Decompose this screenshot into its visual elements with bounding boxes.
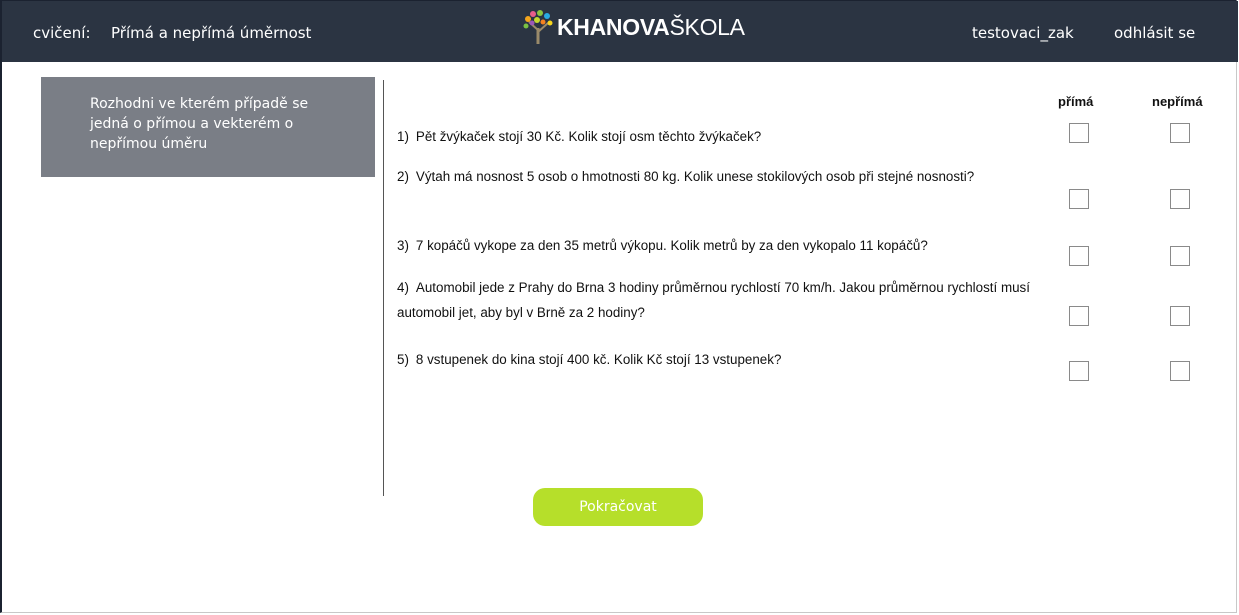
question-3: 3) 7 kopáčů vykope za den 35 metrů výkopu… bbox=[397, 233, 1047, 258]
instruction-panel: Rozhodni ve kterém případě se jedná o př… bbox=[41, 77, 375, 177]
checkbox-q1-direct[interactable] bbox=[1069, 123, 1089, 143]
column-header-inverse: nepřímá bbox=[1152, 94, 1203, 109]
question-5: 5) 8 vstupenek do kina stojí 400 kč. Koli… bbox=[397, 347, 1047, 372]
continue-button[interactable]: Pokračovat bbox=[533, 488, 703, 526]
exercise-title: Přímá a nepřímá úměrnost bbox=[111, 24, 312, 42]
question-text: Výtah má nosnost 5 osob o hmotnosti 80 k… bbox=[415, 169, 975, 184]
top-bar: cvičení: Přímá a nepřímá úměrnost KHANOV… bbox=[2, 1, 1238, 62]
vertical-divider bbox=[383, 80, 384, 496]
checkbox-q4-inverse[interactable] bbox=[1170, 306, 1190, 326]
tree-icon bbox=[523, 10, 553, 44]
question-2: 2) Výtah má nosnost 5 osob o hmotnosti 80… bbox=[397, 164, 1047, 189]
question-text: 7 kopáčů vykope za den 35 metrů výkopu. … bbox=[415, 238, 928, 253]
question-4: 4) Automobil jede z Prahy do Brna 3 hodin… bbox=[397, 275, 1047, 325]
khanova-skola-logo[interactable]: KHANOVAŠKOLA bbox=[523, 9, 745, 45]
checkbox-q3-direct[interactable] bbox=[1069, 246, 1089, 266]
column-header-direct: přímá bbox=[1058, 94, 1094, 109]
question-1: 1) Pět žvýkaček stojí 30 Kč. Kolik stojí … bbox=[397, 124, 1047, 149]
question-number: 3) bbox=[397, 238, 409, 253]
checkbox-q5-direct[interactable] bbox=[1069, 361, 1089, 381]
question-text: 8 vstupenek do kina stojí 400 kč. Kolik … bbox=[415, 352, 782, 367]
checkbox-q2-direct[interactable] bbox=[1069, 189, 1089, 209]
question-number: 1) bbox=[397, 129, 409, 144]
checkbox-q2-inverse[interactable] bbox=[1170, 189, 1190, 209]
checkbox-q1-inverse[interactable] bbox=[1170, 123, 1190, 143]
question-number: 2) bbox=[397, 169, 409, 184]
username: testovaci_zak bbox=[972, 24, 1074, 42]
checkbox-q4-direct[interactable] bbox=[1069, 306, 1089, 326]
question-number: 5) bbox=[397, 352, 409, 367]
checkbox-q5-inverse[interactable] bbox=[1170, 361, 1190, 381]
question-text: Pět žvýkaček stojí 30 Kč. Kolik stojí os… bbox=[415, 129, 762, 144]
logout-link[interactable]: odhlásit se bbox=[1114, 24, 1195, 42]
question-text: Automobil jede z Prahy do Brna 3 hodiny … bbox=[397, 280, 1030, 320]
checkbox-q3-inverse[interactable] bbox=[1170, 246, 1190, 266]
exercise-label: cvičení: bbox=[33, 24, 91, 42]
logo-text: KHANOVAŠKOLA bbox=[557, 14, 745, 41]
question-number: 4) bbox=[397, 280, 409, 295]
logo-text-light: ŠKOLA bbox=[669, 13, 745, 40]
logo-text-bold: KHANOVA bbox=[557, 13, 670, 40]
